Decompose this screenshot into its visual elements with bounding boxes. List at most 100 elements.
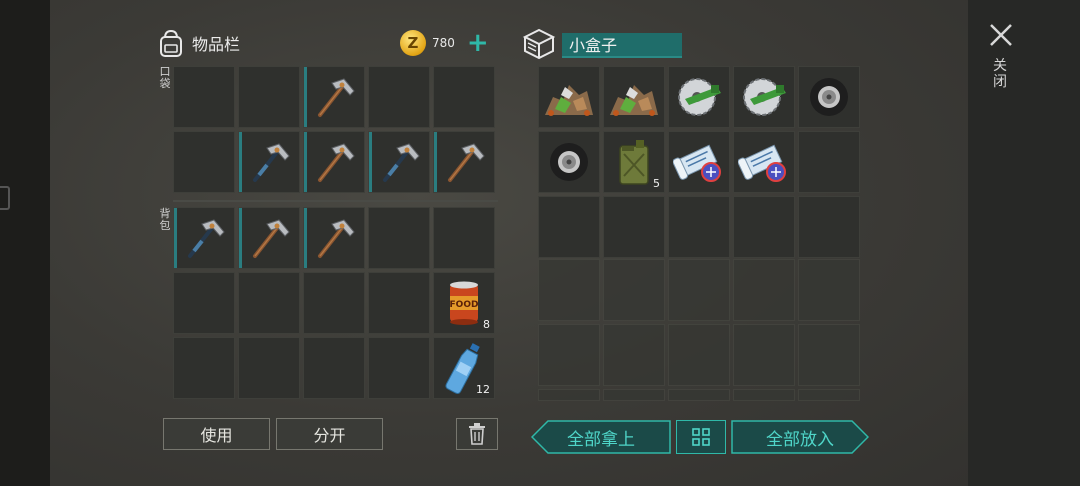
- blueprint-scroll-icon: [738, 144, 786, 182]
- inventory-header: 物品栏: [156, 28, 240, 58]
- locked-slot: [733, 324, 795, 386]
- container-slot[interactable]: [733, 131, 795, 193]
- backpack-slot[interactable]: [368, 337, 430, 399]
- locked-slot: [798, 324, 860, 386]
- trash-button[interactable]: [456, 418, 498, 450]
- container-slot[interactable]: [798, 196, 860, 258]
- trash-icon: [469, 423, 485, 445]
- backpack-label: 背包: [159, 207, 171, 232]
- container-slot[interactable]: [538, 196, 600, 258]
- pocket-slot[interactable]: [238, 66, 300, 128]
- grid-icon: [692, 428, 710, 446]
- backpack-slot[interactable]: [303, 272, 365, 334]
- pickaxe-blue-icon: [253, 143, 290, 182]
- container-slot[interactable]: [798, 131, 860, 193]
- container-slot[interactable]: [733, 196, 795, 258]
- put-all-button[interactable]: 全部放入: [731, 420, 869, 454]
- container-slot[interactable]: [603, 66, 665, 128]
- container-slot[interactable]: [668, 131, 730, 193]
- container-slot[interactable]: 5: [603, 131, 665, 193]
- left-system-bar: [0, 0, 50, 486]
- pocket-slot[interactable]: [238, 131, 300, 193]
- pocket-slot[interactable]: [433, 131, 495, 193]
- split-button[interactable]: 分开: [276, 418, 383, 450]
- backpack-slot[interactable]: [368, 207, 430, 269]
- locked-slot: [538, 259, 600, 321]
- container-slot[interactable]: [668, 196, 730, 258]
- container-slot[interactable]: [538, 66, 600, 128]
- pickaxe-icon: [253, 219, 290, 258]
- backpack-slot[interactable]: [173, 207, 235, 269]
- locked-slot: [668, 324, 730, 386]
- take-all-label: 全部拿上: [567, 429, 635, 450]
- ore-pile-icon: [610, 85, 658, 116]
- backpack-slot[interactable]: [368, 272, 430, 334]
- locked-slot: [733, 389, 795, 401]
- take-all-button[interactable]: 全部拿上: [531, 420, 671, 454]
- svg-text:FOOD: FOOD: [450, 300, 479, 310]
- close-icon[interactable]: [988, 22, 1014, 48]
- locked-slot: [603, 389, 665, 401]
- use-button[interactable]: 使用: [163, 418, 270, 450]
- coin-icon: Z: [400, 30, 426, 56]
- item-quantity: 8: [483, 318, 490, 331]
- backpack-slot[interactable]: [238, 272, 300, 334]
- pickaxe-blue-icon: [188, 219, 225, 258]
- container-slot[interactable]: [733, 66, 795, 128]
- backpack-slot[interactable]: [173, 272, 235, 334]
- locked-slot: [798, 259, 860, 321]
- locked-slot: [603, 324, 665, 386]
- pocket-label: 口袋: [159, 65, 171, 90]
- pocket-slot[interactable]: [173, 131, 235, 193]
- backpack-slot[interactable]: [303, 337, 365, 399]
- locked-slots-grid: [538, 259, 860, 401]
- backpack-slot[interactable]: [433, 207, 495, 269]
- pocket-slot[interactable]: [433, 66, 495, 128]
- container-header: [522, 28, 556, 60]
- right-panel: [968, 0, 1080, 486]
- pocket-slot[interactable]: [173, 66, 235, 128]
- tire-icon: [550, 143, 588, 181]
- locked-slot: [668, 389, 730, 401]
- saw-blade-icon: [678, 78, 721, 116]
- backpack-slot[interactable]: FOOD 8: [433, 272, 495, 334]
- pocket-slot[interactable]: [368, 66, 430, 128]
- pocket-slot[interactable]: [303, 131, 365, 193]
- container-slot[interactable]: [603, 196, 665, 258]
- backpack-slot[interactable]: [238, 207, 300, 269]
- put-all-label: 全部放入: [766, 429, 834, 450]
- backpack-slot[interactable]: [303, 207, 365, 269]
- locked-slot: [668, 259, 730, 321]
- item-quantity: 12: [476, 383, 490, 396]
- container-slot[interactable]: [668, 66, 730, 128]
- inventory-title: 物品栏: [192, 35, 241, 54]
- container-slot[interactable]: [538, 131, 600, 193]
- section-divider: [173, 200, 498, 202]
- backpack-grid: FOOD 8 12: [173, 207, 495, 399]
- locked-slot: [733, 259, 795, 321]
- coin-amount: 780: [432, 36, 455, 50]
- saw-blade-icon: [743, 78, 786, 116]
- pocket-slot[interactable]: [368, 131, 430, 193]
- pickaxe-icon: [448, 143, 485, 182]
- edge-handle[interactable]: [0, 186, 10, 210]
- backpack-slot[interactable]: 12: [433, 337, 495, 399]
- container-name-field[interactable]: 小盒子: [562, 33, 682, 58]
- fuel-can-icon: [619, 140, 649, 185]
- box-icon: [522, 28, 556, 60]
- backpack-slot[interactable]: [238, 337, 300, 399]
- pocket-slot[interactable]: [303, 66, 365, 128]
- locked-slot: [603, 259, 665, 321]
- pickaxe-icon: [318, 78, 355, 117]
- backpack-slot[interactable]: [173, 337, 235, 399]
- item-quantity: 5: [653, 177, 660, 190]
- container-grid: 5: [538, 66, 860, 258]
- add-coins-button[interactable]: +: [467, 30, 489, 56]
- container-slot[interactable]: [798, 66, 860, 128]
- close-label[interactable]: 关闭: [992, 58, 1008, 90]
- pickaxe-icon: [318, 219, 355, 258]
- tire-icon: [810, 78, 848, 116]
- sort-grid-button[interactable]: [676, 420, 726, 454]
- locked-slot: [538, 324, 600, 386]
- coin-display: Z 780 +: [400, 30, 489, 56]
